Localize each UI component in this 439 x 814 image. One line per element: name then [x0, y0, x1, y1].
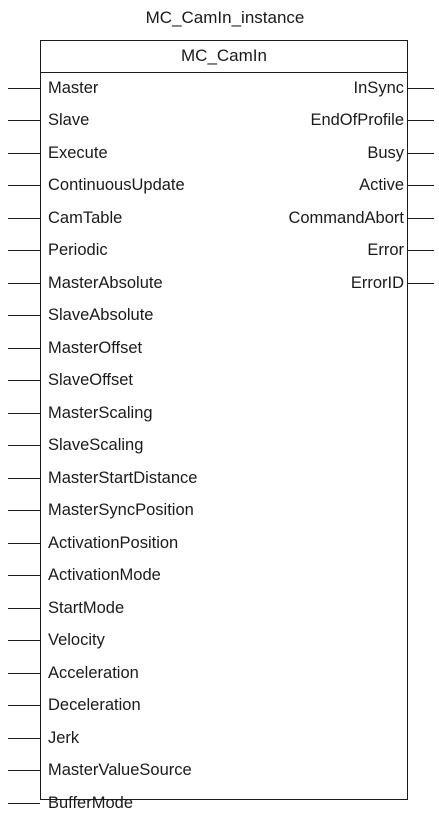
input-pin-label: MasterStartDistance [48, 468, 198, 487]
input-pin-label: Slave [48, 111, 90, 129]
input-wire [8, 575, 40, 576]
input-pin-label: MasterSyncPosition [48, 501, 194, 519]
input-pin-label: Deceleration [48, 696, 141, 714]
input-pin: ContinuousUpdate [8, 175, 185, 197]
input-pin: MasterAbsolute [8, 272, 163, 294]
input-pin: SlaveOffset [8, 370, 133, 392]
input-pin: Execute [8, 142, 108, 164]
input-wire [8, 347, 40, 349]
input-pin-label: ContinuousUpdate [48, 176, 185, 194]
output-pin: InSync [354, 77, 434, 99]
input-pin: Slave [8, 110, 89, 132]
input-pin: StartMode [8, 597, 124, 619]
title-divider [40, 72, 408, 73]
output-wire [408, 250, 434, 251]
input-pin: SlaveScaling [8, 435, 143, 457]
input-pin-label: Velocity [48, 631, 105, 649]
function-block-title: MC_CamIn [181, 46, 267, 65]
input-wire [8, 87, 40, 89]
input-pin: ActivationPosition [8, 532, 178, 554]
input-pin: SlaveAbsolute [8, 305, 154, 327]
input-wire [8, 315, 40, 316]
input-wire [8, 607, 40, 609]
input-wire [8, 217, 40, 219]
output-pin: CommandAbort [288, 207, 434, 229]
input-pin-label: SlaveOffset [48, 371, 133, 389]
input-pin: CamTable [8, 207, 122, 229]
input-pin: ActivationMode [8, 565, 161, 587]
output-pin-label: Busy [367, 143, 404, 162]
output-pin: Error [367, 240, 434, 262]
input-wire [8, 412, 40, 414]
input-wire [8, 445, 40, 446]
input-pin: Jerk [8, 727, 79, 749]
input-wire [8, 640, 40, 641]
output-wire [408, 120, 434, 121]
output-pin-label: ErrorID [350, 273, 404, 292]
input-pin: BufferMode [8, 792, 133, 814]
output-pin: ErrorID [351, 272, 434, 294]
input-wire [8, 185, 40, 186]
input-pin-label: Jerk [48, 728, 80, 747]
output-wire [408, 87, 434, 89]
output-pin: Active [359, 175, 434, 197]
input-pin-label: Periodic [48, 241, 108, 259]
input-wire [8, 510, 40, 511]
input-wire [8, 120, 40, 121]
input-pin: MasterValueSource [8, 760, 192, 782]
input-pin-label: SlaveScaling [48, 436, 144, 454]
input-wire [8, 542, 40, 544]
input-pin: Master [8, 77, 98, 99]
input-pin-label: StartMode [48, 598, 125, 617]
output-pin-label: Error [367, 241, 404, 259]
input-wire [8, 380, 40, 381]
input-wire [8, 672, 40, 674]
input-pin-label: MasterValueSource [48, 761, 192, 779]
input-pin-label: Master [48, 78, 99, 97]
output-pin-label: EndOfProfile [310, 111, 404, 129]
output-pin: Busy [367, 142, 434, 164]
input-pin-label: Execute [48, 143, 108, 162]
input-pin-label: BufferMode [48, 793, 133, 812]
input-pin: Periodic [8, 240, 108, 262]
input-pin-label: ActivationMode [48, 566, 161, 584]
instance-name: MC_CamIn_instance [145, 8, 305, 27]
input-pin-label: MasterAbsolute [48, 273, 163, 292]
input-pin-label: SlaveAbsolute [48, 306, 154, 324]
output-pin-label: CommandAbort [288, 208, 404, 227]
input-wire [8, 737, 40, 739]
input-pin: MasterSyncPosition [8, 500, 194, 522]
input-wire [8, 282, 40, 284]
input-wire [8, 477, 40, 479]
input-wire [8, 770, 40, 771]
input-pin-label: CamTable [48, 208, 123, 227]
input-pin-label: MasterOffset [48, 338, 143, 357]
output-pin-label: InSync [353, 78, 404, 97]
input-pin: MasterStartDistance [8, 467, 197, 489]
input-wire [8, 152, 40, 154]
input-pin: MasterScaling [8, 402, 153, 424]
input-wire [8, 250, 40, 251]
output-pin-label: Active [359, 176, 404, 194]
output-wire [408, 152, 434, 154]
output-wire [408, 217, 434, 219]
input-pin: Acceleration [8, 662, 139, 684]
input-wire [8, 802, 40, 804]
input-wire [8, 705, 40, 706]
output-pin: EndOfProfile [310, 110, 434, 132]
output-wire [408, 282, 434, 284]
input-pin: Velocity [8, 630, 105, 652]
input-pin: MasterOffset [8, 337, 142, 359]
input-pin-label: MasterScaling [48, 403, 153, 422]
input-pin-label: ActivationPosition [48, 533, 179, 552]
input-pin: Deceleration [8, 695, 141, 717]
input-pin-label: Acceleration [48, 663, 139, 682]
output-wire [408, 185, 434, 186]
